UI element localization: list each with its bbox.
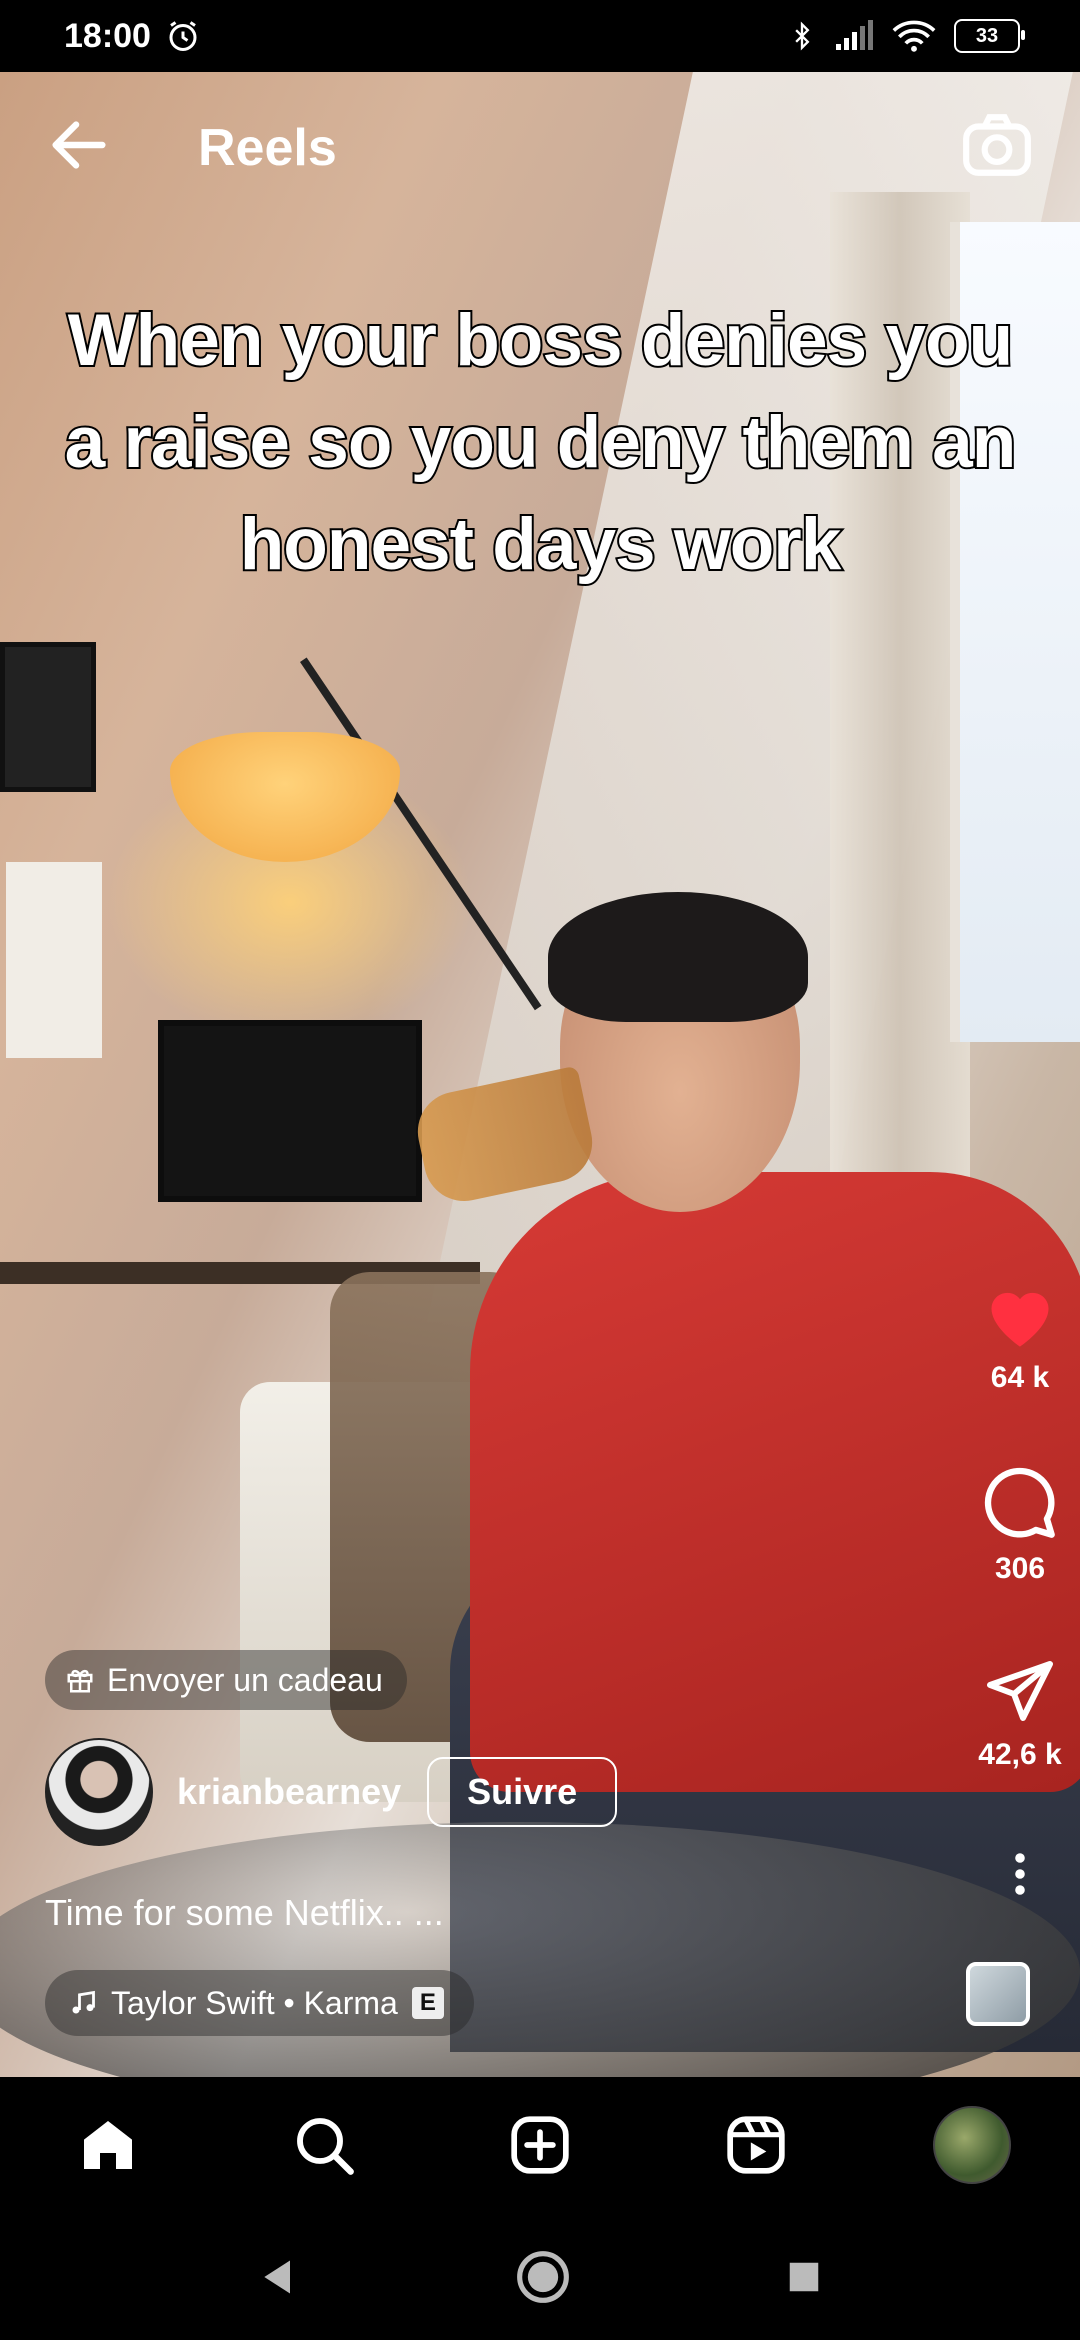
like-count: 64 k — [990, 1361, 1050, 1394]
back-triangle-icon[interactable] — [257, 2255, 301, 2299]
send-gift-button[interactable]: Envoyer un cadeau — [45, 1650, 407, 1710]
alarm-icon — [169, 21, 197, 51]
bluetooth-icon — [795, 21, 810, 51]
profile-avatar[interactable] — [933, 2106, 1011, 2184]
like-action[interactable]: 64 k — [960, 1280, 1080, 1395]
heart-icon[interactable] — [982, 1280, 1058, 1350]
send-gift-label: Envoyer un cadeau — [107, 1661, 383, 1698]
gift-icon — [67, 1669, 93, 1693]
author-avatar[interactable] — [45, 1738, 153, 1846]
music-note-icon — [72, 1990, 95, 2014]
follow-button[interactable]: Suivre — [427, 1757, 618, 1827]
bottom-navigation — [0, 2077, 1080, 2213]
nav-search[interactable] — [274, 2095, 374, 2195]
comment-count: 306 — [994, 1552, 1046, 1585]
nav-reels[interactable] — [706, 2095, 806, 2195]
wifi-icon — [892, 20, 936, 52]
comment-icon[interactable] — [982, 1465, 1058, 1541]
more-options-button[interactable] — [960, 1850, 1080, 1903]
audio-album-thumbnail[interactable] — [966, 1962, 1030, 2026]
home-circle-icon[interactable] — [515, 2249, 571, 2305]
author-username[interactable]: krianbearney — [177, 1771, 401, 1813]
recents-square-icon[interactable] — [785, 2258, 823, 2296]
reel-description[interactable]: Time for some Netflix.. ... — [45, 1892, 444, 1934]
nav-create[interactable] — [490, 2095, 590, 2195]
audio-info[interactable]: Taylor Swift • Karma E — [45, 1970, 474, 2036]
status-bar: 18:00 33 — [0, 0, 1080, 72]
page-title: Reels — [198, 119, 337, 177]
comment-action[interactable]: 306 — [960, 1465, 1080, 1586]
battery-indicator: 33 — [954, 19, 1025, 53]
send-icon[interactable] — [982, 1655, 1058, 1727]
reels-icon[interactable] — [725, 2114, 787, 2176]
video-caption-text: When your boss denies you a raise so you… — [63, 298, 1019, 587]
explicit-badge: E — [411, 1987, 444, 2019]
status-time: 18:00 — [64, 16, 151, 55]
audio-track-label: Taylor Swift • Karma — [111, 1984, 398, 2021]
share-action[interactable]: 42,6 k — [960, 1655, 1080, 1772]
nav-home[interactable] — [58, 2095, 158, 2195]
home-icon[interactable] — [76, 2113, 140, 2177]
camera-icon[interactable] — [960, 110, 1034, 180]
signal-icon — [836, 20, 873, 50]
back-arrow-icon[interactable] — [44, 110, 114, 180]
system-navigation-bar — [0, 2213, 1080, 2340]
nav-profile[interactable] — [922, 2095, 1022, 2195]
search-icon[interactable] — [292, 2113, 356, 2177]
add-icon[interactable] — [509, 2114, 571, 2176]
more-vertical-icon[interactable] — [1010, 1850, 1030, 1898]
author-row: krianbearney Suivre — [45, 1738, 618, 1846]
share-count: 42,6 k — [978, 1738, 1062, 1771]
